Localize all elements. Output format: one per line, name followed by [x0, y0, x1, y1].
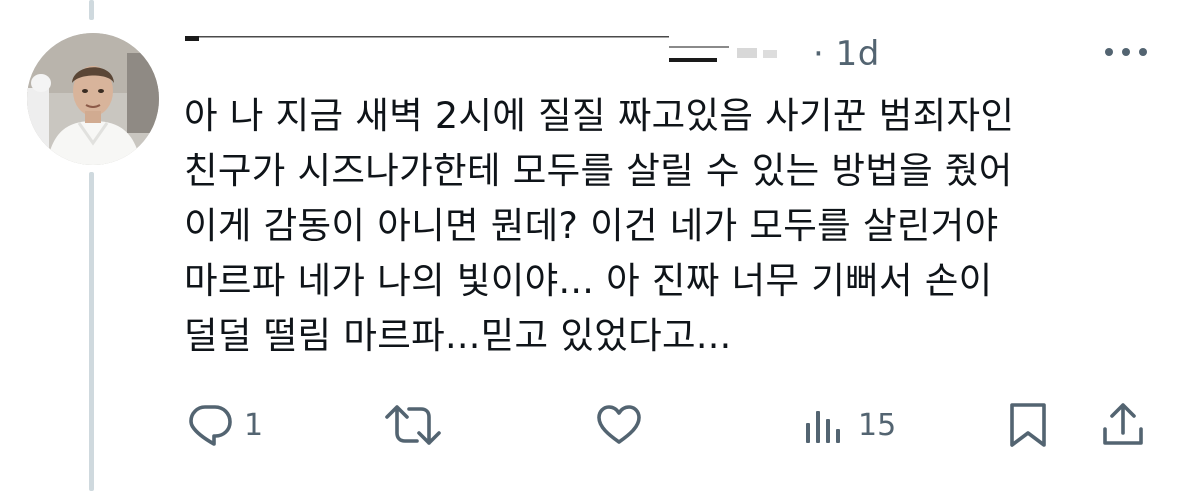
tweet-text-line: 친구가 시즈나가한테 모두를 살릴 수 있는 방법을 줬어	[184, 149, 1013, 192]
like-button[interactable]	[595, 395, 653, 455]
bookmark-button[interactable]	[1006, 395, 1050, 455]
retweet-button[interactable]	[384, 395, 452, 455]
share-button[interactable]	[1099, 395, 1147, 455]
tweet-text-line: 이게 감동이 아니면 뭔데? 이건 네가 모두를 살린거야	[184, 204, 999, 247]
avatar-image	[27, 33, 159, 165]
tweet-header: · 1d	[185, 30, 885, 82]
heart-icon	[597, 405, 641, 444]
avatar[interactable]	[27, 33, 159, 165]
action-bar: 1 15	[0, 395, 1179, 455]
reply-icon	[189, 405, 232, 446]
share-icon	[1103, 403, 1143, 445]
views-icon	[806, 411, 840, 443]
reply-count: 1	[244, 407, 264, 443]
thread-line-top	[89, 0, 94, 20]
reply-button[interactable]: 1	[186, 395, 263, 455]
tweet-timestamp[interactable]: · 1d	[813, 34, 880, 74]
bookmark-icon	[1010, 403, 1046, 447]
tweet-text: 아 나 지금 새벽 2시에 질질 짜고있음 사기꾼 범죄자인 친구가 시즈나가한…	[184, 88, 1144, 363]
redacted-username	[185, 36, 777, 62]
tweet-text-line: 아 나 지금 새벽 2시에 질질 짜고있음 사기꾼 범죄자인	[184, 94, 1015, 137]
retweet-icon	[385, 405, 441, 445]
more-icon[interactable]	[1103, 44, 1149, 60]
tweet-text-line: 마르파 네가 나의 빛이야... 아 진짜 너무 기뻐서 손이	[184, 259, 993, 302]
views-count: 15	[858, 407, 897, 443]
tweet-text-line: 덜덜 떨림 마르파...믿고 있었다고...	[184, 314, 732, 357]
views-button[interactable]: 15	[800, 395, 896, 455]
